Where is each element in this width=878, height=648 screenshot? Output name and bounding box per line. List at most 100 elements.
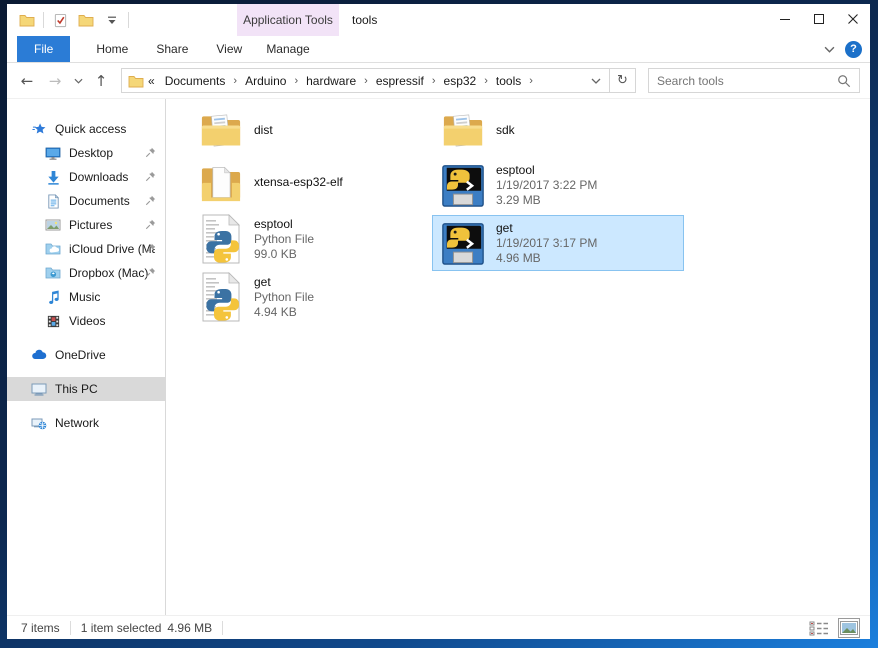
sidebar-item-documents[interactable]: Documents (7, 189, 165, 213)
sidebar-item-dropbox[interactable]: Dropbox (Mac) (7, 261, 165, 285)
breadcrumb-separator-icon[interactable]: › (527, 75, 535, 87)
status-divider (70, 621, 71, 635)
maximize-button[interactable] (802, 4, 836, 34)
status-divider (222, 621, 223, 635)
collapse-ribbon-icon[interactable] (824, 42, 835, 56)
file-name: xtensa-esp32-elf (254, 175, 343, 190)
pin-icon (144, 266, 157, 282)
file-item-get-exe[interactable]: get 1/19/2017 3:17 PM 4.96 MB (432, 215, 684, 271)
tab-file[interactable]: File (17, 36, 70, 62)
sidebar-item-downloads[interactable]: Downloads (7, 165, 165, 189)
pictures-icon (45, 217, 61, 233)
sidebar-item-quick-access[interactable]: Quick access (7, 117, 165, 141)
sidebar-item-label: iCloud Drive (Ma (69, 242, 155, 256)
breadcrumb-item[interactable]: Documents (161, 74, 230, 88)
this-pc-icon (31, 381, 47, 397)
navigation-bar: ← → ↑ « Documents› Arduino› hardware› es… (7, 63, 870, 99)
tab-home[interactable]: Home (82, 36, 142, 62)
network-icon (31, 415, 47, 431)
music-icon (45, 289, 61, 305)
file-item-sdk[interactable]: sdk (432, 105, 684, 155)
downloads-icon (45, 169, 61, 185)
properties-button[interactable] (50, 10, 70, 30)
file-size: 4.96 MB (496, 251, 597, 266)
file-date: 1/19/2017 3:17 PM (496, 236, 597, 251)
selection-count: 1 item selected (81, 621, 162, 635)
breadcrumb-item[interactable]: Arduino (241, 74, 290, 88)
breadcrumb-item[interactable]: hardware (302, 74, 360, 88)
customize-quick-access-button[interactable] (102, 10, 122, 30)
file-item-esptool-py[interactable]: esptool Python File 99.0 KB (190, 211, 442, 267)
sidebar-item-music[interactable]: Music (7, 285, 165, 309)
file-item-dist[interactable]: dist (190, 105, 442, 155)
file-size: 3.29 MB (496, 193, 597, 208)
file-name: esptool (254, 217, 314, 232)
pin-icon (144, 170, 157, 186)
dropbox-folder-icon (45, 265, 61, 281)
file-item-xtensa[interactable]: xtensa-esp32-elf (190, 157, 442, 207)
address-bar[interactable]: « Documents› Arduino› hardware› espressi… (121, 68, 636, 93)
sidebar-item-label: Music (69, 290, 100, 304)
new-folder-button[interactable] (76, 10, 96, 30)
file-item-get-py[interactable]: get Python File 4.94 KB (190, 269, 442, 325)
breadcrumb-separator-icon[interactable]: › (482, 75, 490, 87)
python-file-icon (198, 214, 244, 264)
sidebar-item-label: OneDrive (55, 348, 106, 362)
titlebar[interactable]: Application Tools tools (7, 4, 870, 36)
breadcrumb-separator-icon[interactable]: › (430, 75, 438, 87)
refresh-button[interactable]: ↻ (609, 69, 635, 92)
back-button[interactable]: ← (15, 72, 39, 90)
file-item-esptool-exe[interactable]: esptool 1/19/2017 3:22 PM 3.29 MB (432, 157, 684, 213)
breadcrumb-separator-icon[interactable]: › (231, 75, 239, 87)
breadcrumb-overflow[interactable]: « (144, 74, 159, 88)
forward-button[interactable]: → (43, 72, 67, 90)
sidebar-item-icloud-drive[interactable]: iCloud Drive (Ma (7, 237, 165, 261)
window-controls (768, 4, 870, 36)
breadcrumb-separator-icon[interactable]: › (292, 75, 300, 87)
folder-icon (128, 74, 144, 88)
pin-icon (144, 146, 157, 162)
minimize-button[interactable] (768, 4, 802, 34)
window-header: Application Tools tools File Home Share … (7, 4, 870, 63)
sidebar-item-desktop[interactable]: Desktop (7, 141, 165, 165)
breadcrumb-item[interactable]: tools (492, 74, 525, 88)
breadcrumb-item[interactable]: esp32 (440, 74, 481, 88)
sidebar-item-pictures[interactable]: Pictures (7, 213, 165, 237)
quick-access-toolbar (7, 10, 129, 30)
file-type: Python File (254, 290, 314, 305)
icloud-folder-icon (45, 241, 61, 257)
search-input[interactable] (657, 74, 837, 88)
sidebar-item-network[interactable]: Network (7, 411, 165, 435)
explorer-app-icon (17, 10, 37, 30)
folder-icon (198, 162, 244, 202)
close-button[interactable] (836, 4, 870, 34)
application-icon (440, 161, 486, 209)
file-size: 4.94 KB (254, 305, 314, 320)
file-type: Python File (254, 232, 314, 247)
help-icon[interactable]: ? (845, 41, 862, 58)
search-icon[interactable] (837, 74, 851, 88)
tab-share[interactable]: Share (142, 36, 202, 62)
onedrive-icon (31, 347, 47, 363)
breadcrumb: « Documents› Arduino› hardware› espressi… (144, 74, 583, 88)
sidebar-item-this-pc[interactable]: This PC (7, 377, 165, 401)
file-name: dist (254, 123, 273, 138)
up-button[interactable]: ↑ (89, 72, 113, 90)
sidebar-item-label: Documents (69, 194, 130, 208)
large-icons-view-button[interactable] (838, 618, 860, 638)
breadcrumb-separator-icon[interactable]: › (362, 75, 370, 87)
details-view-button[interactable] (808, 618, 830, 638)
folder-icon (198, 110, 244, 150)
sidebar-item-onedrive[interactable]: OneDrive (7, 343, 165, 367)
sidebar-item-label: Quick access (55, 122, 126, 136)
tab-manage[interactable]: Manage (237, 36, 339, 62)
search-box[interactable] (648, 68, 860, 93)
sidebar-item-label: Network (55, 416, 99, 430)
pin-icon (144, 194, 157, 210)
recent-locations-icon[interactable] (71, 76, 85, 86)
breadcrumb-item[interactable]: espressif (372, 74, 428, 88)
desktop-icon (45, 145, 61, 161)
address-history-icon[interactable] (583, 76, 609, 86)
sidebar-item-videos[interactable]: Videos (7, 309, 165, 333)
file-list[interactable]: dist xtensa-esp32-elf esptool Python Fil… (166, 99, 870, 615)
